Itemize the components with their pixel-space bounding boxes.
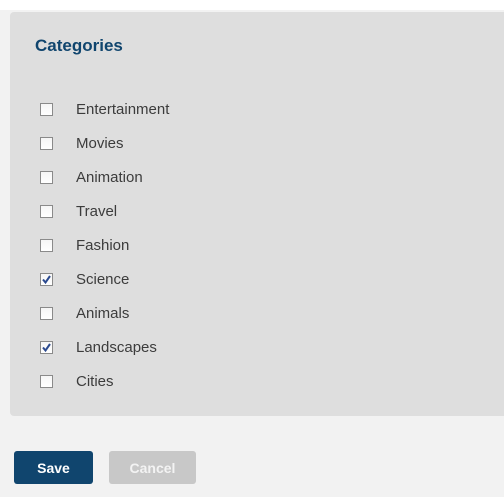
panel-title: Categories	[35, 36, 123, 55]
cancel-button[interactable]: Cancel	[109, 451, 196, 484]
category-checkbox[interactable]	[40, 170, 53, 184]
category-list: Entertainment Movies Animation Travel Fa…	[40, 92, 169, 398]
save-button[interactable]: Save	[14, 451, 93, 484]
category-checkbox[interactable]	[40, 102, 53, 116]
category-label: Animation	[76, 168, 143, 186]
category-checkbox[interactable]	[40, 374, 53, 388]
category-checkbox[interactable]	[40, 306, 53, 320]
category-label: Movies	[76, 134, 124, 152]
check-mark-icon	[42, 274, 51, 284]
category-label: Cities	[76, 372, 114, 390]
category-item-movies[interactable]: Movies	[40, 126, 169, 160]
category-item-fashion[interactable]: Fashion	[40, 228, 169, 262]
category-label: Science	[76, 270, 130, 288]
category-label: Fashion	[76, 236, 130, 254]
category-checkbox[interactable]	[40, 136, 53, 150]
categories-panel: Categories Entertainment Movies Animatio…	[10, 12, 504, 416]
category-checkbox[interactable]	[40, 272, 53, 286]
category-item-travel[interactable]: Travel	[40, 194, 169, 228]
category-item-animation[interactable]: Animation	[40, 160, 169, 194]
category-checkbox[interactable]	[40, 204, 53, 218]
category-checkbox[interactable]	[40, 238, 53, 252]
category-item-landscapes[interactable]: Landscapes	[40, 330, 169, 364]
category-label: Travel	[76, 202, 118, 220]
category-item-cities[interactable]: Cities	[40, 364, 169, 398]
check-mark-icon	[42, 342, 51, 352]
category-label: Animals	[76, 304, 130, 322]
category-checkbox[interactable]	[40, 340, 53, 354]
category-label: Entertainment	[76, 100, 170, 118]
category-label: Landscapes	[76, 338, 157, 356]
top-strip	[0, 0, 504, 10]
category-item-entertainment[interactable]: Entertainment	[40, 92, 169, 126]
category-item-animals[interactable]: Animals	[40, 296, 169, 330]
category-item-science[interactable]: Science	[40, 262, 169, 296]
